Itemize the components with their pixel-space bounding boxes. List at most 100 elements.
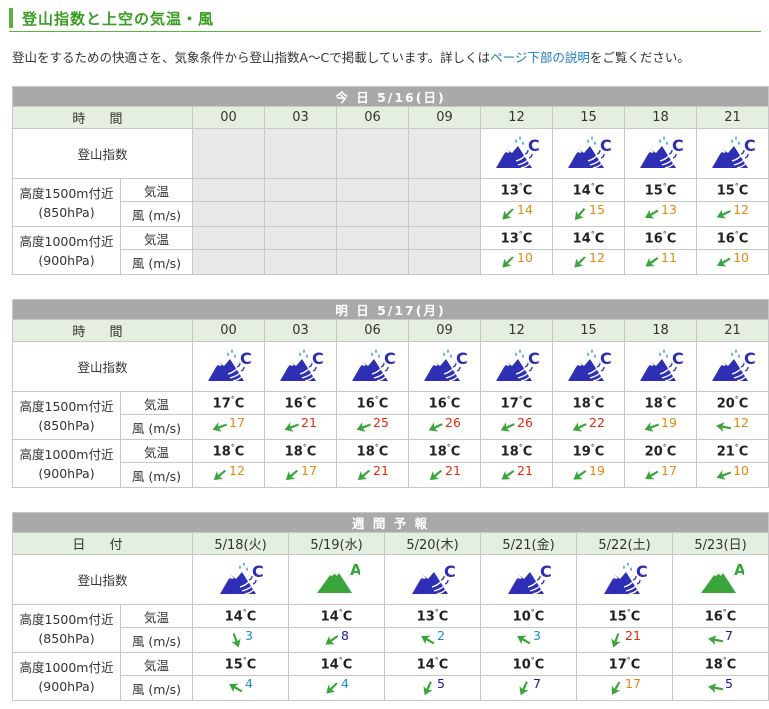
index-cell bbox=[264, 128, 337, 179]
mountain-sun-icon: A bbox=[316, 561, 362, 593]
hour-cell: 09 bbox=[408, 106, 481, 129]
wind-cell: 4 bbox=[288, 675, 385, 701]
temp-value: 18 bbox=[428, 444, 447, 460]
index-cell: C bbox=[480, 128, 553, 179]
wind-cell: 21 bbox=[408, 462, 481, 488]
wind-speed: 5 bbox=[725, 675, 733, 691]
mountain-weather-icon: C bbox=[567, 136, 611, 169]
date-cell: 5/20(木) bbox=[384, 532, 481, 555]
temp-cell: 17°C bbox=[480, 391, 553, 415]
temp-value: 16 bbox=[644, 231, 663, 247]
wind-speed: 21 bbox=[301, 414, 317, 430]
wind-cell: 14 bbox=[480, 201, 553, 227]
tomorrow-w1500-row: 風 (m/s) 17 21 25 26 26 22 19 12 bbox=[13, 414, 769, 440]
index-cell: C bbox=[384, 554, 481, 605]
temp-value: 20 bbox=[644, 444, 663, 460]
wind-cell: 10 bbox=[695, 249, 769, 275]
alt1500-label: 高度1500m付近 (850hPa) bbox=[12, 178, 121, 227]
index-cell: C bbox=[336, 341, 409, 392]
wind-arrow-icon bbox=[500, 422, 515, 432]
degree-sign: ° bbox=[302, 394, 307, 404]
mountain-weather-icon: C bbox=[711, 349, 755, 382]
mountain-weather-icon: C bbox=[639, 349, 683, 382]
wind-speed: 3 bbox=[533, 627, 541, 643]
wind-cell: 21 bbox=[264, 414, 337, 440]
wind-arrow-icon bbox=[212, 422, 227, 432]
mountain-weather-icon: C bbox=[567, 349, 611, 382]
wind-cell bbox=[192, 249, 265, 275]
temp-cell: 10°C bbox=[480, 604, 577, 628]
temp-value: 16 bbox=[428, 396, 447, 412]
wind-cell bbox=[408, 201, 481, 227]
wind-speed: 15 bbox=[589, 201, 605, 217]
wind-speed: 13 bbox=[661, 201, 677, 217]
wind-cell: 2 bbox=[384, 627, 481, 653]
wind-cell: 12 bbox=[552, 249, 625, 275]
svg-text:C: C bbox=[636, 562, 648, 581]
temp-cell: 15°C bbox=[192, 652, 289, 676]
mountain-weather-icon: C bbox=[711, 136, 756, 169]
wind-cell bbox=[192, 201, 265, 227]
wind-speed: 10 bbox=[517, 249, 533, 265]
degree-sign: ° bbox=[734, 394, 739, 404]
wind-cell: 21 bbox=[480, 462, 553, 488]
degree-sign: ° bbox=[722, 607, 727, 617]
index-cell: C bbox=[192, 554, 289, 605]
degree-sign: ° bbox=[734, 181, 739, 191]
mountain-weather-icon: C bbox=[603, 562, 648, 595]
wind-arrow-icon bbox=[708, 635, 724, 646]
wind-cell: 12 bbox=[192, 462, 265, 488]
wind-cell bbox=[408, 249, 481, 275]
hour-cell: 12 bbox=[480, 319, 553, 342]
temp-cell: 16°C bbox=[264, 391, 337, 415]
temp-value: 14 bbox=[572, 231, 591, 247]
temp-cell bbox=[192, 178, 265, 202]
intro-before: 登山をするための快適さを、気象条件から登山指数A〜Cで掲載しています。詳しくは bbox=[12, 50, 491, 65]
hour-cell: 03 bbox=[264, 319, 337, 342]
svg-text:C: C bbox=[744, 136, 756, 155]
degree-sign: ° bbox=[590, 394, 595, 404]
weekly-t1500-row: 高度1500m付近 (850hPa) 気温 14°C 14°C 13°C 10°C… bbox=[12, 604, 769, 653]
temp-cell bbox=[264, 178, 337, 202]
degree-sign: ° bbox=[734, 229, 739, 239]
temp-cell: 13°C bbox=[384, 604, 481, 628]
temp-label: 気温 bbox=[120, 439, 193, 463]
explanation-link[interactable]: ページ下部の説明 bbox=[490, 50, 590, 65]
index-cell: A bbox=[288, 554, 385, 605]
temp-value: 16 bbox=[356, 396, 375, 412]
alt1000-label: 高度1000m付近 (900hPa) bbox=[12, 226, 121, 275]
time-label: 時 間 bbox=[12, 106, 193, 129]
temp-value: 15 bbox=[716, 183, 735, 199]
temp-cell: 16°C bbox=[408, 391, 481, 415]
index-cell: C bbox=[264, 341, 337, 392]
wind-arrow-icon bbox=[517, 635, 531, 645]
temp-value: 17 bbox=[608, 657, 627, 673]
title-accent-bar bbox=[9, 8, 13, 28]
wind-speed: 12 bbox=[733, 201, 749, 217]
degree-sign: ° bbox=[626, 607, 631, 617]
weekly-dates-row: 日 付 5/18(火) 5/19(水) 5/20(木) 5/21(金) 5/22… bbox=[12, 532, 769, 555]
wind-speed: 19 bbox=[661, 414, 677, 430]
hpa850-text: (850hPa) bbox=[38, 630, 95, 646]
degree-sign: ° bbox=[338, 607, 343, 617]
wind-speed: 2 bbox=[437, 627, 445, 643]
temp-value: 17 bbox=[500, 396, 519, 412]
wind-arrow-icon bbox=[645, 470, 659, 480]
temp-value: 14 bbox=[416, 657, 435, 673]
wind-arrow-icon bbox=[611, 633, 621, 648]
wind-cell: 22 bbox=[552, 414, 625, 440]
wind-arrow-icon bbox=[501, 470, 515, 480]
wind-arrow-icon bbox=[229, 683, 243, 693]
svg-text:C: C bbox=[252, 562, 264, 581]
degree-sign: ° bbox=[590, 229, 595, 239]
wind-label: 風 (m/s) bbox=[120, 249, 193, 275]
wind-speed: 5 bbox=[437, 675, 445, 691]
hour-cell: 12 bbox=[480, 106, 553, 129]
tomorrow-header: 明 日 5/17(月) bbox=[11, 299, 769, 320]
wind-cell bbox=[336, 249, 409, 275]
wind-label: 風 (m/s) bbox=[120, 414, 193, 440]
degree-sign: ° bbox=[626, 655, 631, 665]
wind-speed: 3 bbox=[245, 627, 253, 643]
wind-speed: 4 bbox=[341, 675, 349, 691]
wind-arrow-icon bbox=[429, 469, 443, 481]
